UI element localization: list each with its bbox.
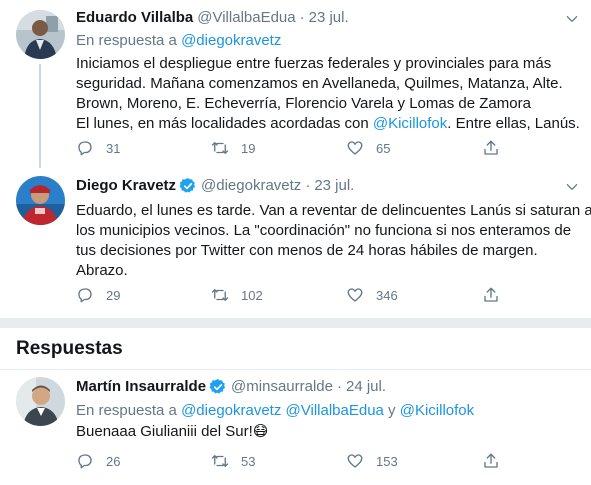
retweet-button[interactable]: 53 <box>211 451 255 471</box>
reply-icon <box>78 288 92 303</box>
tweet-text-line: Brown, Moreno, E. Echeverría, Florencio … <box>76 95 531 112</box>
tweet-text: Buenaaa Giulianiii del Sur!😷 <box>76 422 576 442</box>
retweet-icon <box>211 455 229 467</box>
verified-badge-icon <box>179 177 197 195</box>
mention-link[interactable]: @VillalbaEdua <box>286 402 384 419</box>
verified-badge-icon <box>209 378 227 396</box>
tweet-header: Diego Kravetz @diegokravetz · 23 jul. <box>76 176 551 196</box>
avatar[interactable] <box>16 10 65 59</box>
reply-prefix: En respuesta a <box>76 32 182 49</box>
avatar[interactable] <box>16 377 65 426</box>
share-button[interactable] <box>482 451 500 471</box>
separator-dot: · <box>305 177 311 194</box>
reply-context: En respuesta a @diegokravetz <box>76 31 281 51</box>
like-count: 153 <box>376 453 398 469</box>
tweet-actions: 29 102 346 <box>76 285 506 305</box>
section-separator <box>0 318 591 328</box>
tweet-text-line: los municipios vecinos. La "coordinación… <box>76 222 572 239</box>
retweet-button[interactable]: 19 <box>211 138 255 158</box>
share-button[interactable] <box>482 138 500 158</box>
tweet-header: Martín Insaurralde @minsaurralde · 24 ju… <box>76 377 551 397</box>
reply-prefix: En respuesta a <box>76 402 182 419</box>
tweet-date[interactable]: 23 jul. <box>309 8 349 28</box>
mask-emoji: 😷 <box>252 423 269 440</box>
chevron-down-icon[interactable] <box>563 178 581 196</box>
avatar[interactable] <box>16 176 65 225</box>
tweet-actions: 31 19 65 <box>76 138 506 158</box>
display-name[interactable]: Eduardo Villalba <box>76 8 193 28</box>
reply-context: En respuesta a @diegokravetz @VillalbaEd… <box>76 401 474 421</box>
like-button[interactable]: 346 <box>346 285 398 305</box>
separator-dot: · <box>299 9 305 26</box>
reply-conjunction: y <box>383 402 400 419</box>
reply-button[interactable]: 26 <box>76 451 120 471</box>
tweet-text-line: Buenaaa Giulianiii del Sur!😷 <box>76 422 576 442</box>
retweet-icon <box>211 289 229 301</box>
like-icon <box>347 454 363 468</box>
retweet-count: 102 <box>241 287 263 303</box>
tweet-text-fragment: El lunes, en más localidades acordadas c… <box>76 115 373 132</box>
retweet-count: 53 <box>241 453 256 469</box>
share-button[interactable] <box>482 285 500 305</box>
display-name[interactable]: Diego Kravetz <box>76 176 176 196</box>
retweet-icon <box>211 142 229 154</box>
like-button[interactable]: 65 <box>346 138 390 158</box>
tweet-text-fragment: Buenaaa Giulianiii del Sur! <box>76 423 253 440</box>
tweet-text-line: Iniciamos el despliegue entre fuerzas fe… <box>76 55 552 72</box>
reply-button[interactable]: 31 <box>76 138 120 158</box>
tweet-date[interactable]: 24 jul. <box>346 377 386 397</box>
tweet-eduardo-villalba[interactable]: Eduardo Villalba @VillalbaEdua · 23 jul.… <box>0 0 591 168</box>
reply-count: 26 <box>106 453 121 469</box>
thread-line <box>39 64 41 168</box>
share-icon <box>484 287 498 302</box>
tweet-text-line: El lunes, en más localidades acordadas c… <box>76 114 580 134</box>
tweet-text-fragment: . Entre ellas, Lanús. <box>447 115 580 132</box>
share-icon <box>484 453 498 468</box>
reply-count: 31 <box>106 140 121 156</box>
tweet-actions: 26 53 153 <box>76 451 506 471</box>
mention-link[interactable]: @diegokravetz <box>181 402 281 419</box>
retweet-button[interactable]: 102 <box>211 285 263 305</box>
user-handle[interactable]: @minsaurralde <box>231 377 333 397</box>
tweet-text-line: tus decisiones por Twitter con menos de … <box>76 242 538 259</box>
like-icon <box>347 141 363 155</box>
tweet-date[interactable]: 23 jul. <box>314 176 354 196</box>
like-count: 65 <box>376 140 391 156</box>
tweet-text-line: seguridad. Mañana comenzamos en Avellane… <box>76 75 563 92</box>
user-handle[interactable]: @VillalbaEdua <box>197 8 295 28</box>
retweet-count: 19 <box>241 140 256 156</box>
tweet-diego-kravetz[interactable]: Diego Kravetz @diegokravetz · 23 jul. Ed… <box>0 166 591 310</box>
separator-dot: · <box>336 378 342 395</box>
replies-heading: Respuestas <box>16 338 123 359</box>
tweet-text-line: Abrazo. <box>76 262 128 279</box>
reply-icon <box>78 454 92 469</box>
chevron-down-icon[interactable] <box>563 10 581 28</box>
like-icon <box>347 288 363 302</box>
share-icon <box>484 140 498 155</box>
mention-link[interactable]: @Kicillofok <box>373 115 447 132</box>
reply-icon <box>78 141 92 156</box>
tweet-text: Eduardo, el lunes es tarde. Van a revent… <box>76 201 591 281</box>
reply-button[interactable]: 29 <box>76 285 120 305</box>
reply-count: 29 <box>106 287 121 303</box>
display-name[interactable]: Martín Insaurralde <box>76 377 206 397</box>
like-count: 346 <box>376 287 398 303</box>
mention-link[interactable]: @diegokravetz <box>181 32 281 49</box>
tweet-text-line: Eduardo, el lunes es tarde. Van a revent… <box>76 202 591 219</box>
tweet-text: Iniciamos el despliegue entre fuerzas fe… <box>76 54 580 134</box>
tweet-martin-insaurralde[interactable]: Martín Insaurralde @minsaurralde · 24 ju… <box>0 370 591 485</box>
like-button[interactable]: 153 <box>346 451 398 471</box>
user-handle[interactable]: @diegokravetz <box>201 176 301 196</box>
mention-link[interactable]: @Kicillofok <box>400 402 474 419</box>
tweet-header: Eduardo Villalba @VillalbaEdua · 23 jul. <box>76 8 551 28</box>
